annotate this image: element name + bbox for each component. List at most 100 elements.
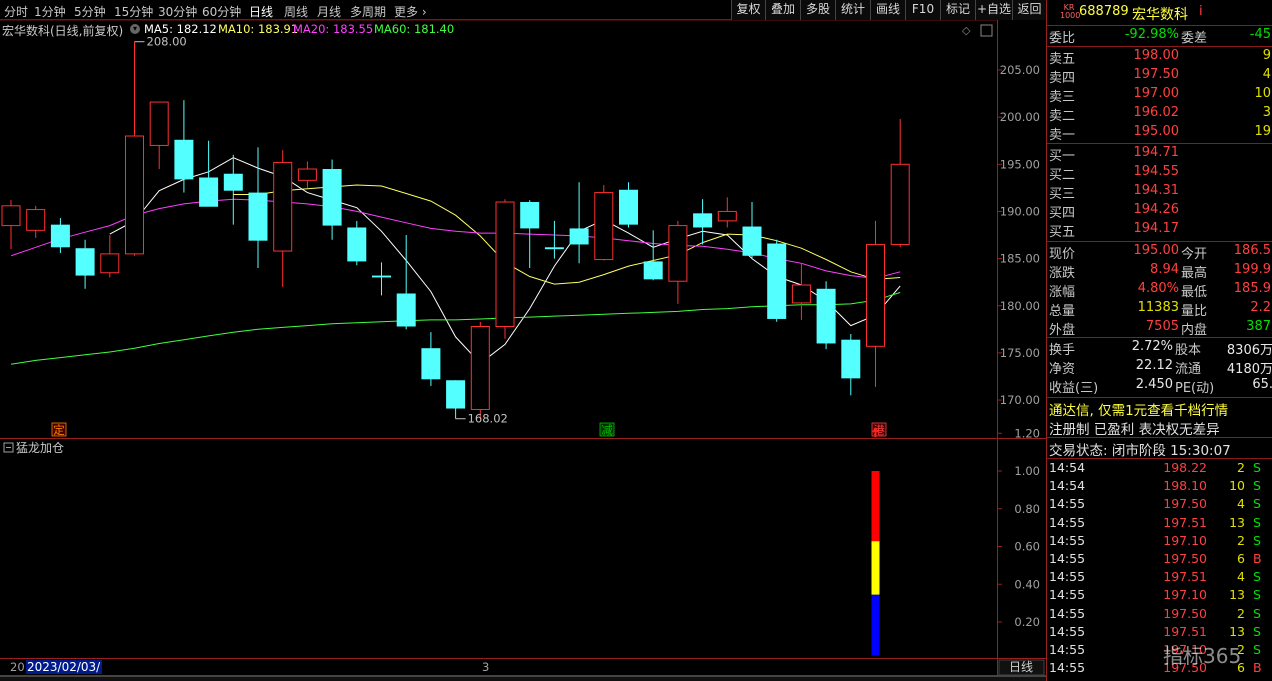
toolbar-button[interactable]: +自选: [975, 0, 1012, 20]
candle: [26, 205, 46, 238]
period-tab[interactable]: 月线: [317, 3, 341, 20]
ad-banner[interactable]: 通达信, 仅需1元查看千档行情: [1047, 399, 1272, 419]
y-tick-label: 170.00: [1000, 393, 1040, 407]
trade-price: 197.10: [1163, 587, 1207, 603]
toolbar-button[interactable]: 返回: [1012, 0, 1046, 20]
trade-price: 198.22: [1163, 460, 1207, 475]
x-axis-label: 20: [10, 660, 25, 674]
fundamental-value: 8306万: [1226, 343, 1272, 358]
period-tab[interactable]: 5分钟: [74, 3, 106, 20]
stat-value: 195.00: [1133, 243, 1180, 258]
period-tag: 日线: [1009, 660, 1033, 674]
bid-price: 194.55: [1133, 164, 1180, 179]
trade-price: 197.50: [1163, 496, 1207, 512]
period-tab[interactable]: 更多 ›: [394, 3, 427, 20]
candle-body: [248, 192, 268, 241]
candle: [544, 220, 564, 259]
y-tick-label: 190.00: [1000, 204, 1040, 218]
low-label: 168.02: [468, 412, 508, 426]
candle-body: [767, 243, 787, 319]
stock-header[interactable]: KR 1000 688789 宏华数科 i: [1047, 2, 1272, 24]
ask-volume: 9: [1262, 48, 1271, 63]
candle-body: [421, 348, 441, 380]
trade-row: 14:55 197.10 2 S: [1047, 533, 1272, 551]
stat-value: 2.2: [1250, 300, 1271, 315]
period-tab[interactable]: 多周期: [350, 3, 386, 20]
period-tab[interactable]: 30分钟: [158, 3, 197, 20]
trade-side: S: [1253, 623, 1261, 639]
stat-label: 涨跌: [1049, 266, 1076, 281]
trade-row: 14:55 197.51 4 S: [1047, 569, 1272, 587]
fundamental-value: 22.12: [1135, 358, 1173, 373]
indicator-tabs[interactable]: [0, 676, 1046, 681]
toolbar-button[interactable]: 多股: [800, 0, 835, 20]
bid-label: 买二: [1049, 168, 1076, 183]
trade-volume: 2: [1237, 460, 1245, 475]
toolbar-button[interactable]: 叠加: [765, 0, 800, 20]
fundamental-label: 换手: [1049, 343, 1076, 358]
toolbar-button[interactable]: 复权: [731, 0, 765, 20]
candle-body: [717, 210, 737, 222]
period-tab[interactable]: 周线: [284, 3, 308, 20]
stat-value: 199.9: [1233, 262, 1271, 277]
candle: [594, 185, 614, 261]
toolbar-button[interactable]: F10: [905, 0, 940, 20]
y-tick-label: 175.00: [1000, 346, 1040, 360]
period-tab[interactable]: 分时: [4, 3, 28, 20]
trade-side: S: [1253, 532, 1261, 548]
y-tick-label: 200.00: [1000, 110, 1040, 124]
indicator-bar-segment: [871, 594, 880, 656]
info-icon[interactable]: i: [1199, 4, 1203, 19]
period-tab[interactable]: 1分钟: [34, 3, 66, 20]
candle-body: [594, 192, 614, 261]
trade-row: 14:54 198.22 2 S: [1047, 460, 1272, 478]
kline-chart[interactable]: 170.00175.00180.00185.00190.00195.00200.…: [0, 20, 1046, 681]
fundamental-value: 4180万: [1226, 362, 1272, 377]
trade-volume: 13: [1229, 623, 1245, 639]
event-marker-label: 定: [53, 423, 65, 437]
candle: [767, 239, 787, 322]
toolbar-button[interactable]: 画线: [870, 0, 905, 20]
trade-price: 197.51: [1163, 569, 1207, 585]
trade-time: 14:55: [1049, 569, 1086, 585]
candle: [693, 199, 713, 245]
stat-label: 今开: [1181, 247, 1208, 262]
indicator-bar-segment: [871, 541, 880, 595]
ask-price: 198.00: [1133, 48, 1180, 63]
ask-row: 卖五 198.00 9: [1047, 48, 1272, 67]
candle: [75, 239, 95, 289]
period-tab[interactable]: 15分钟: [114, 3, 153, 20]
period-tab[interactable]: 日线: [249, 3, 273, 20]
candle: [149, 101, 169, 170]
stat-label: 现价: [1049, 247, 1076, 262]
trade-volume: 4: [1237, 569, 1245, 585]
trade-row: 14:55 197.50 4 S: [1047, 496, 1272, 514]
trade-price: 197.51: [1163, 514, 1207, 530]
ask-volume: 4: [1262, 67, 1271, 82]
ask-volume: 3: [1262, 105, 1271, 120]
candle: [742, 202, 762, 259]
candle: [347, 220, 367, 266]
trade-price: 197.50: [1163, 605, 1207, 621]
bid-price: 194.17: [1133, 221, 1180, 236]
ma-line-ma60: [10, 292, 901, 365]
stat-label: 最低: [1181, 285, 1208, 300]
candle: [495, 199, 515, 339]
stat-label: 外盘: [1049, 323, 1076, 338]
trade-side: S: [1253, 460, 1261, 475]
toolbar-button[interactable]: 标记: [940, 0, 975, 20]
fundamental-value: 2.450: [1135, 377, 1173, 392]
ask-price: 197.00: [1133, 86, 1180, 101]
indicator-y-tick-label: 0.40: [1014, 577, 1040, 591]
stat-row: 外盘 7505 内盘 387: [1047, 319, 1272, 338]
candle-body: [223, 173, 243, 191]
trade-price: 198.10: [1163, 478, 1207, 494]
toolbar-button[interactable]: 统计: [835, 0, 870, 20]
candle-body: [50, 224, 70, 248]
ask-price: 196.02: [1133, 105, 1180, 120]
period-tab[interactable]: 60分钟: [202, 3, 241, 20]
ask-price: 197.50: [1133, 67, 1180, 82]
candle: [619, 182, 638, 228]
stat-label: 内盘: [1181, 323, 1208, 338]
candle-body: [619, 189, 638, 225]
